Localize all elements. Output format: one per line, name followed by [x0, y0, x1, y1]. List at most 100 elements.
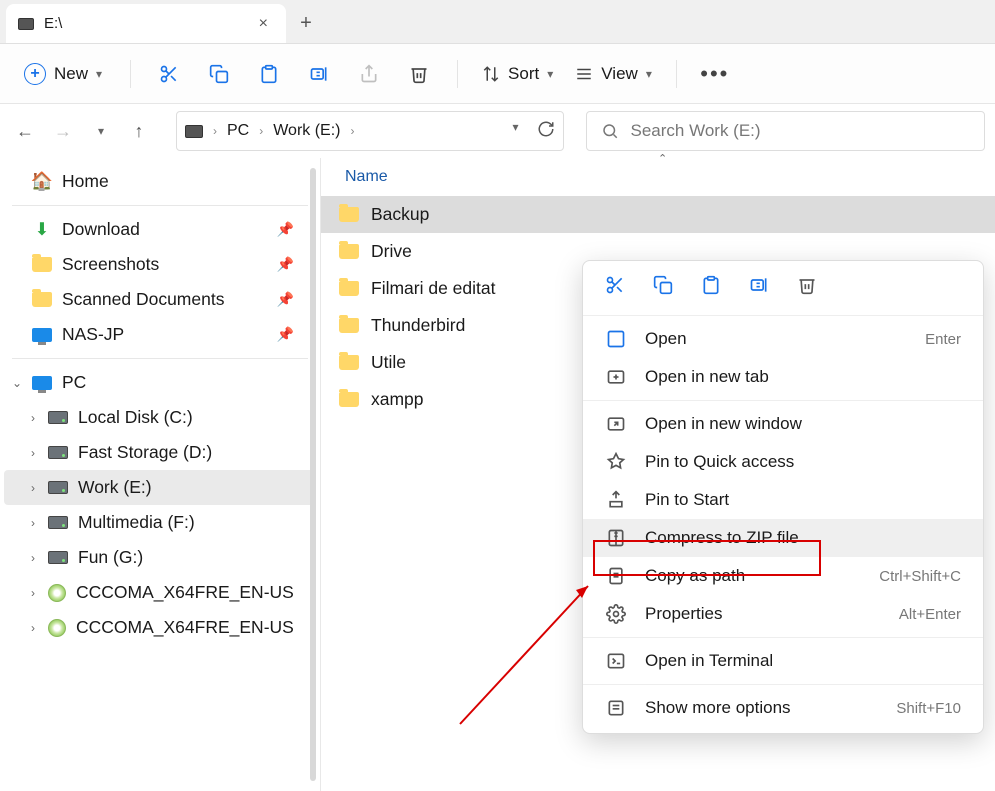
chevron-right-icon[interactable]: › — [26, 481, 40, 495]
file-row[interactable]: Backup — [321, 196, 995, 233]
chevron-down-icon: ▾ — [547, 67, 553, 81]
chevron-right-icon[interactable]: › — [26, 551, 40, 565]
sidebar-item-work[interactable]: › Work (E:) — [4, 470, 316, 505]
sidebar-item-label: Screenshots — [62, 254, 159, 275]
forward-button[interactable]: → — [48, 116, 78, 146]
trash-icon — [409, 64, 429, 84]
drive-icon — [48, 516, 68, 529]
cut-button[interactable] — [605, 275, 625, 301]
menu-show-more[interactable]: Show more options Shift+F10 — [583, 689, 983, 727]
search-input[interactable]: Search Work (E:) — [586, 111, 986, 151]
copy-icon — [209, 64, 229, 84]
chevron-down-icon: ▾ — [646, 67, 652, 81]
menu-copy-path[interactable]: Copy as path Ctrl+Shift+C — [583, 557, 983, 595]
new-button[interactable]: + New ▾ — [12, 57, 114, 91]
copy-button[interactable] — [197, 52, 241, 96]
sidebar-item-pc[interactable]: ⌄ PC — [4, 365, 316, 400]
sidebar-item-screenshots[interactable]: Screenshots 📌 — [4, 247, 316, 282]
breadcrumb[interactable]: PC — [227, 122, 249, 140]
back-button[interactable]: ← — [10, 116, 40, 146]
menu-shortcut: Shift+F10 — [896, 700, 961, 717]
sidebar-item-label: NAS-JP — [62, 324, 124, 345]
sidebar-item-nas[interactable]: NAS-JP 📌 — [4, 317, 316, 352]
pin-icon — [605, 490, 627, 510]
sidebar-item-dvd1[interactable]: › CCCOMA_X64FRE_EN-US — [4, 575, 316, 610]
monitor-icon — [32, 328, 52, 342]
sidebar-item-multimedia[interactable]: › Multimedia (F:) — [4, 505, 316, 540]
chevron-right-icon[interactable]: › — [26, 621, 40, 635]
up-button[interactable]: ↑ — [124, 116, 154, 146]
folder-icon — [339, 318, 359, 333]
sidebar-item-dvd2[interactable]: › CCCOMA_X64FRE_EN-US — [4, 610, 316, 645]
sidebar: 🏠 Home ⬇ Download 📌 Screenshots 📌 Scanne… — [0, 158, 320, 791]
menu-label: Open in Terminal — [645, 651, 773, 671]
menu-open-terminal[interactable]: Open in Terminal — [583, 642, 983, 680]
sidebar-item-fast-storage[interactable]: › Fast Storage (D:) — [4, 435, 316, 470]
file-name: Drive — [371, 241, 412, 262]
menu-label: Pin to Start — [645, 490, 729, 510]
sort-label: Sort — [508, 64, 539, 84]
sidebar-item-label: Home — [62, 171, 109, 192]
drive-icon — [18, 18, 34, 30]
properties-icon — [605, 604, 627, 624]
menu-open[interactable]: Open Enter — [583, 320, 983, 358]
new-window-icon — [605, 414, 627, 434]
sidebar-item-label: Fun (G:) — [78, 547, 143, 568]
chevron-right-icon[interactable]: › — [26, 411, 40, 425]
share-button[interactable] — [347, 52, 391, 96]
menu-pin-start[interactable]: Pin to Start — [583, 481, 983, 519]
folder-icon — [339, 281, 359, 296]
file-name: Filmari de editat — [371, 278, 496, 299]
drive-icon — [185, 125, 203, 138]
breadcrumb[interactable]: Work (E:) — [273, 122, 340, 140]
disc-icon — [48, 584, 66, 602]
sort-indicator-icon: ⌃ — [658, 152, 667, 165]
separator — [457, 60, 458, 88]
menu-open-new-tab[interactable]: Open in new tab — [583, 358, 983, 396]
address-history-dropdown[interactable]: ▾ — [512, 120, 518, 143]
chevron-down-icon[interactable]: ⌄ — [10, 376, 24, 390]
rename-button[interactable] — [297, 52, 341, 96]
recent-dropdown[interactable]: ▾ — [86, 116, 116, 146]
sidebar-item-home[interactable]: 🏠 Home — [4, 164, 316, 199]
chevron-right-icon: › — [213, 124, 217, 138]
sidebar-item-label: Work (E:) — [78, 477, 152, 498]
paste-button[interactable] — [247, 52, 291, 96]
menu-open-new-window[interactable]: Open in new window — [583, 405, 983, 443]
copy-button[interactable] — [653, 275, 673, 301]
view-dropdown[interactable]: View ▾ — [567, 64, 660, 84]
refresh-button[interactable] — [537, 120, 555, 143]
chevron-right-icon[interactable]: › — [26, 516, 40, 530]
sort-dropdown[interactable]: Sort ▾ — [474, 64, 561, 84]
sidebar-item-scanned[interactable]: Scanned Documents 📌 — [4, 282, 316, 317]
tab-close-button[interactable]: × — [253, 13, 274, 35]
menu-compress-zip[interactable]: Compress to ZIP file — [583, 519, 983, 557]
sidebar-item-fun[interactable]: › Fun (G:) — [4, 540, 316, 575]
chevron-right-icon[interactable]: › — [26, 586, 40, 600]
sort-icon — [482, 65, 500, 83]
view-icon — [575, 65, 593, 83]
folder-icon — [339, 392, 359, 407]
drive-icon — [48, 411, 68, 424]
separator — [12, 205, 308, 206]
new-tab-button[interactable]: + — [286, 4, 326, 43]
rename-icon — [749, 275, 769, 295]
tab-active[interactable]: E:\ × — [6, 4, 286, 43]
more-button[interactable]: ••• — [693, 52, 737, 96]
cut-button[interactable] — [147, 52, 191, 96]
sidebar-item-label: Fast Storage (D:) — [78, 442, 212, 463]
sidebar-item-download[interactable]: ⬇ Download 📌 — [4, 212, 316, 247]
paste-button[interactable] — [701, 275, 721, 301]
menu-properties[interactable]: Properties Alt+Enter — [583, 595, 983, 633]
delete-button[interactable] — [797, 275, 817, 301]
menu-pin-quick-access[interactable]: Pin to Quick access — [583, 443, 983, 481]
delete-button[interactable] — [397, 52, 441, 96]
address-bar[interactable]: › PC › Work (E:) › ▾ — [176, 111, 564, 151]
trash-icon — [797, 275, 817, 295]
menu-shortcut: Enter — [925, 331, 961, 348]
file-name: Thunderbird — [371, 315, 465, 336]
chevron-right-icon[interactable]: › — [26, 446, 40, 460]
context-quick-actions — [583, 267, 983, 311]
sidebar-item-local-disk[interactable]: › Local Disk (C:) — [4, 400, 316, 435]
rename-button[interactable] — [749, 275, 769, 301]
